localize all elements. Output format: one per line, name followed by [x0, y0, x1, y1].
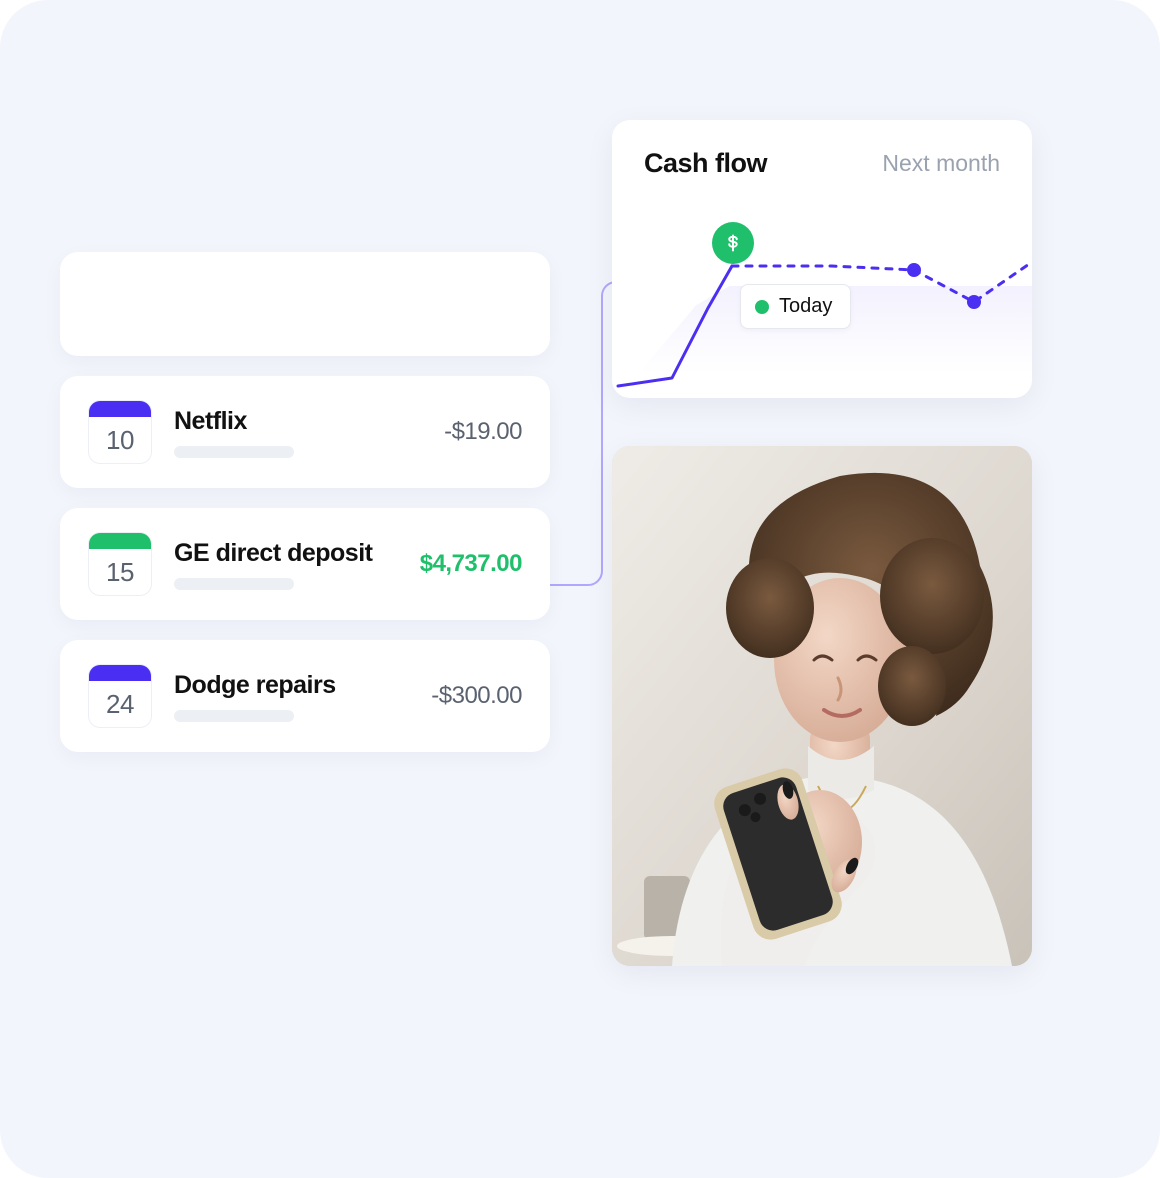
cash-flow-title: Cash flow [644, 148, 767, 179]
today-dot-icon [755, 300, 769, 314]
today-marker: Today [740, 284, 851, 329]
transaction-amount: -$300.00 [431, 682, 522, 710]
dollar-icon [712, 222, 754, 264]
calendar-icon: 10 [88, 400, 152, 464]
transaction-list: 10 Netflix -$19.00 15 GE direct deposit … [60, 252, 550, 772]
calendar-day: 10 [89, 417, 151, 463]
transaction-card[interactable]: 24 Dodge repairs -$300.00 [60, 640, 550, 752]
skeleton-line [174, 710, 294, 722]
calendar-icon: 24 [88, 664, 152, 728]
transaction-card[interactable]: 15 GE direct deposit $4,737.00 [60, 508, 550, 620]
app-canvas: 10 Netflix -$19.00 15 GE direct deposit … [0, 0, 1160, 1178]
transaction-title: GE direct deposit [174, 539, 398, 568]
transaction-amount: -$19.00 [444, 418, 522, 446]
cash-flow-range[interactable]: Next month [882, 150, 1000, 177]
transaction-title: Dodge repairs [174, 671, 409, 700]
transaction-title: Netflix [174, 407, 422, 436]
cash-flow-chart: Today [612, 208, 1032, 398]
transaction-amount: $4,737.00 [420, 550, 522, 578]
today-label: Today [779, 295, 832, 318]
skeleton-line [174, 446, 294, 458]
cash-flow-card[interactable]: Cash flow Next month Today [612, 120, 1032, 398]
skeleton-line [174, 578, 294, 590]
calendar-icon: 15 [88, 532, 152, 596]
calendar-day: 15 [89, 549, 151, 595]
transaction-card-placeholder [60, 252, 550, 356]
connector-line [548, 280, 618, 590]
calendar-day: 24 [89, 681, 151, 727]
user-photo [612, 446, 1032, 966]
transaction-card[interactable]: 10 Netflix -$19.00 [60, 376, 550, 488]
